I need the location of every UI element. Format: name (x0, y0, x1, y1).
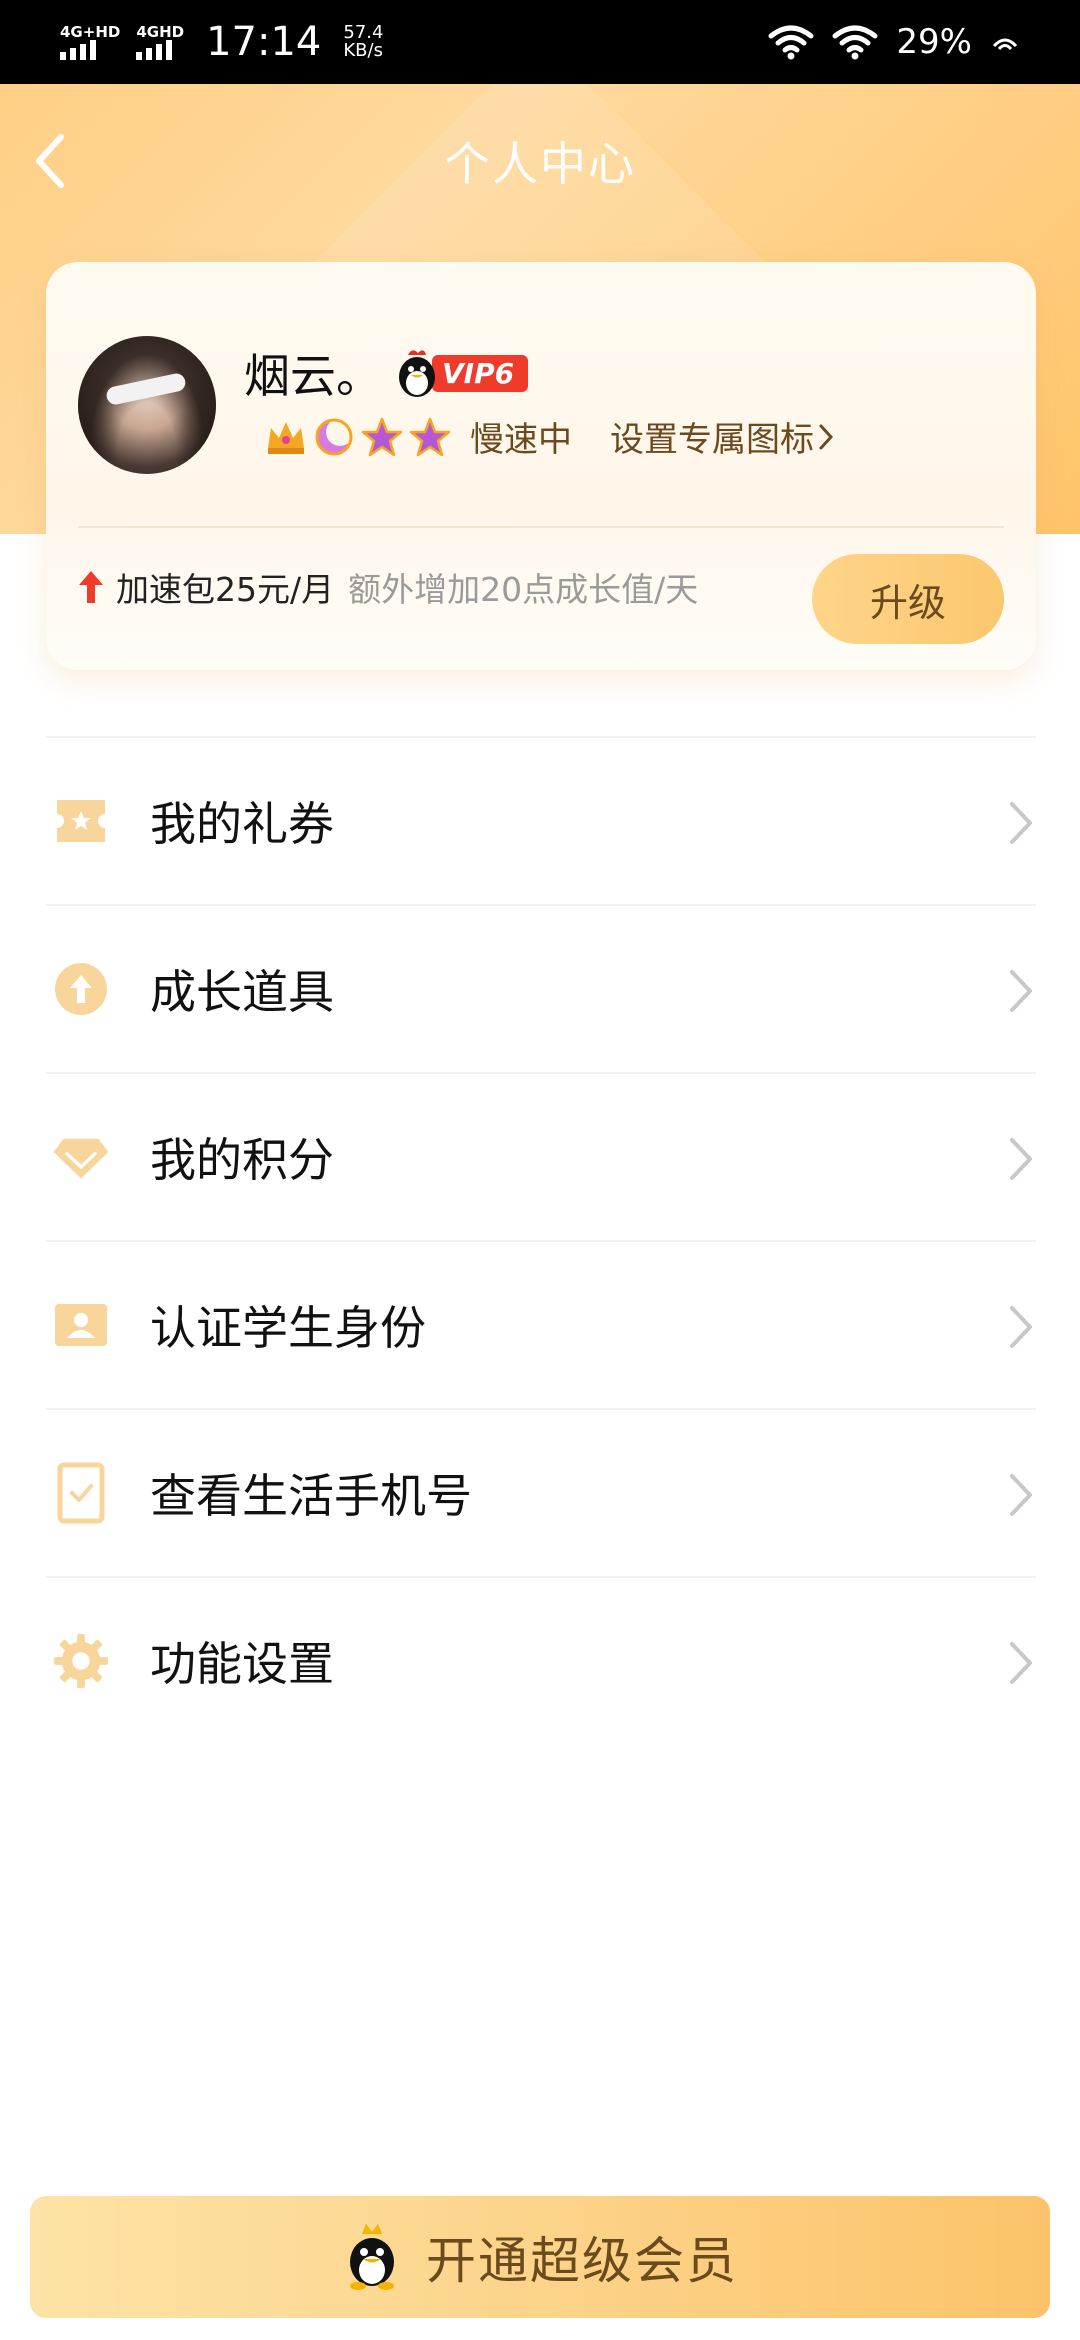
page-title: 个人中心 (444, 137, 636, 191)
menu-item-label: 功能设置 (150, 1637, 334, 1691)
cta-label: 开通超级会员 (426, 2232, 738, 2290)
id-card-icon (52, 1296, 110, 1354)
custom-icon-link-label: 设置专属图标 (610, 420, 814, 460)
vip-badge[interactable]: VIP6 (394, 347, 529, 399)
chevron-right-icon (1010, 802, 1032, 844)
sim1-label: 4G+HD (60, 23, 121, 41)
menu-item-growth-props[interactable]: 成长道具 (46, 904, 1036, 1072)
network-speed: 57.4 KB/s (343, 24, 383, 60)
charging-icon (992, 38, 1018, 51)
growth-arrow-icon (52, 960, 110, 1018)
status-right: 29% (768, 22, 1020, 62)
up-arrow-icon (79, 571, 103, 603)
username-row: 烟云。 VIP6 (244, 340, 529, 406)
menu-item-life-phone[interactable]: 查看生活手机号 (46, 1408, 1036, 1576)
speed-status: 慢速中 (470, 420, 572, 460)
crown-icon (264, 415, 308, 459)
star-icon (408, 415, 452, 459)
chevron-right-icon (1010, 1642, 1032, 1684)
chevron-right-icon (1010, 1306, 1032, 1348)
menu-item-label: 认证学生身份 (150, 1301, 426, 1355)
open-super-vip-button[interactable]: 开通超级会员 (30, 2196, 1050, 2318)
wifi-icon (768, 25, 814, 60)
moon-icon (312, 415, 356, 459)
menu-item-label: 查看生活手机号 (150, 1469, 472, 1523)
status-time: 17:14 (206, 19, 322, 65)
profile-card: 烟云。 VIP6 慢速中 设置专属图标 加速包25元/月 额外增加20点成长值/… (46, 262, 1036, 670)
qq-penguin-icon (399, 350, 435, 397)
custom-icon-link[interactable]: 设置专属图标 (610, 412, 834, 461)
divider (78, 526, 1004, 528)
status-left: 4G+HD 4GHD 17:14 57.4 KB/s (60, 19, 383, 65)
boost-package-label: 加速包25元/月 (116, 570, 335, 609)
menu-item-settings[interactable]: 功能设置 (46, 1576, 1036, 1744)
star-icon (360, 415, 404, 459)
boost-row: 加速包25元/月 额外增加20点成长值/天 (76, 552, 698, 622)
phone-check-icon (52, 1462, 110, 1524)
menu-item-student-verify[interactable]: 认证学生身份 (46, 1240, 1036, 1408)
level-row: 慢速中 设置专属图标 (264, 412, 834, 461)
qq-penguin-icon (350, 2224, 394, 2290)
menu-item-label: 我的礼券 (150, 797, 334, 851)
upgrade-button[interactable]: 升级 (812, 554, 1004, 644)
signal-bars-icon (136, 40, 173, 60)
menu-item-label: 我的积分 (150, 1133, 334, 1187)
menu-list: 我的礼券 成长道具 我的积分 认证学生身份 查看生活手机号 功能设置 (46, 736, 1036, 1744)
speed-unit: KB/s (343, 40, 383, 61)
diamond-icon (52, 1128, 110, 1186)
menu-item-points[interactable]: 我的积分 (46, 1072, 1036, 1240)
signal-bars-icon (60, 40, 96, 60)
battery-percent: 29% (896, 22, 972, 62)
signal-sim2: 4GHD (136, 24, 184, 60)
vip-level: VIP6 (432, 354, 529, 392)
username: 烟云。 (244, 349, 382, 403)
gear-icon (52, 1632, 110, 1690)
chevron-right-icon (1010, 970, 1032, 1012)
boost-package-desc: 额外增加20点成长值/天 (348, 570, 699, 609)
menu-item-label: 成长道具 (150, 965, 334, 1019)
status-bar: 4G+HD 4GHD 17:14 57.4 KB/s 29% (0, 0, 1080, 84)
menu-item-coupons[interactable]: 我的礼券 (46, 736, 1036, 904)
signal-sim1: 4G+HD (60, 24, 120, 60)
chevron-right-icon (1010, 1138, 1032, 1180)
coupon-icon (52, 792, 110, 850)
chevron-right-icon (819, 424, 834, 449)
wifi-icon (832, 25, 878, 60)
avatar[interactable] (78, 336, 216, 474)
sim2-label: 4GHD (136, 23, 185, 41)
chevron-right-icon (1010, 1474, 1032, 1516)
